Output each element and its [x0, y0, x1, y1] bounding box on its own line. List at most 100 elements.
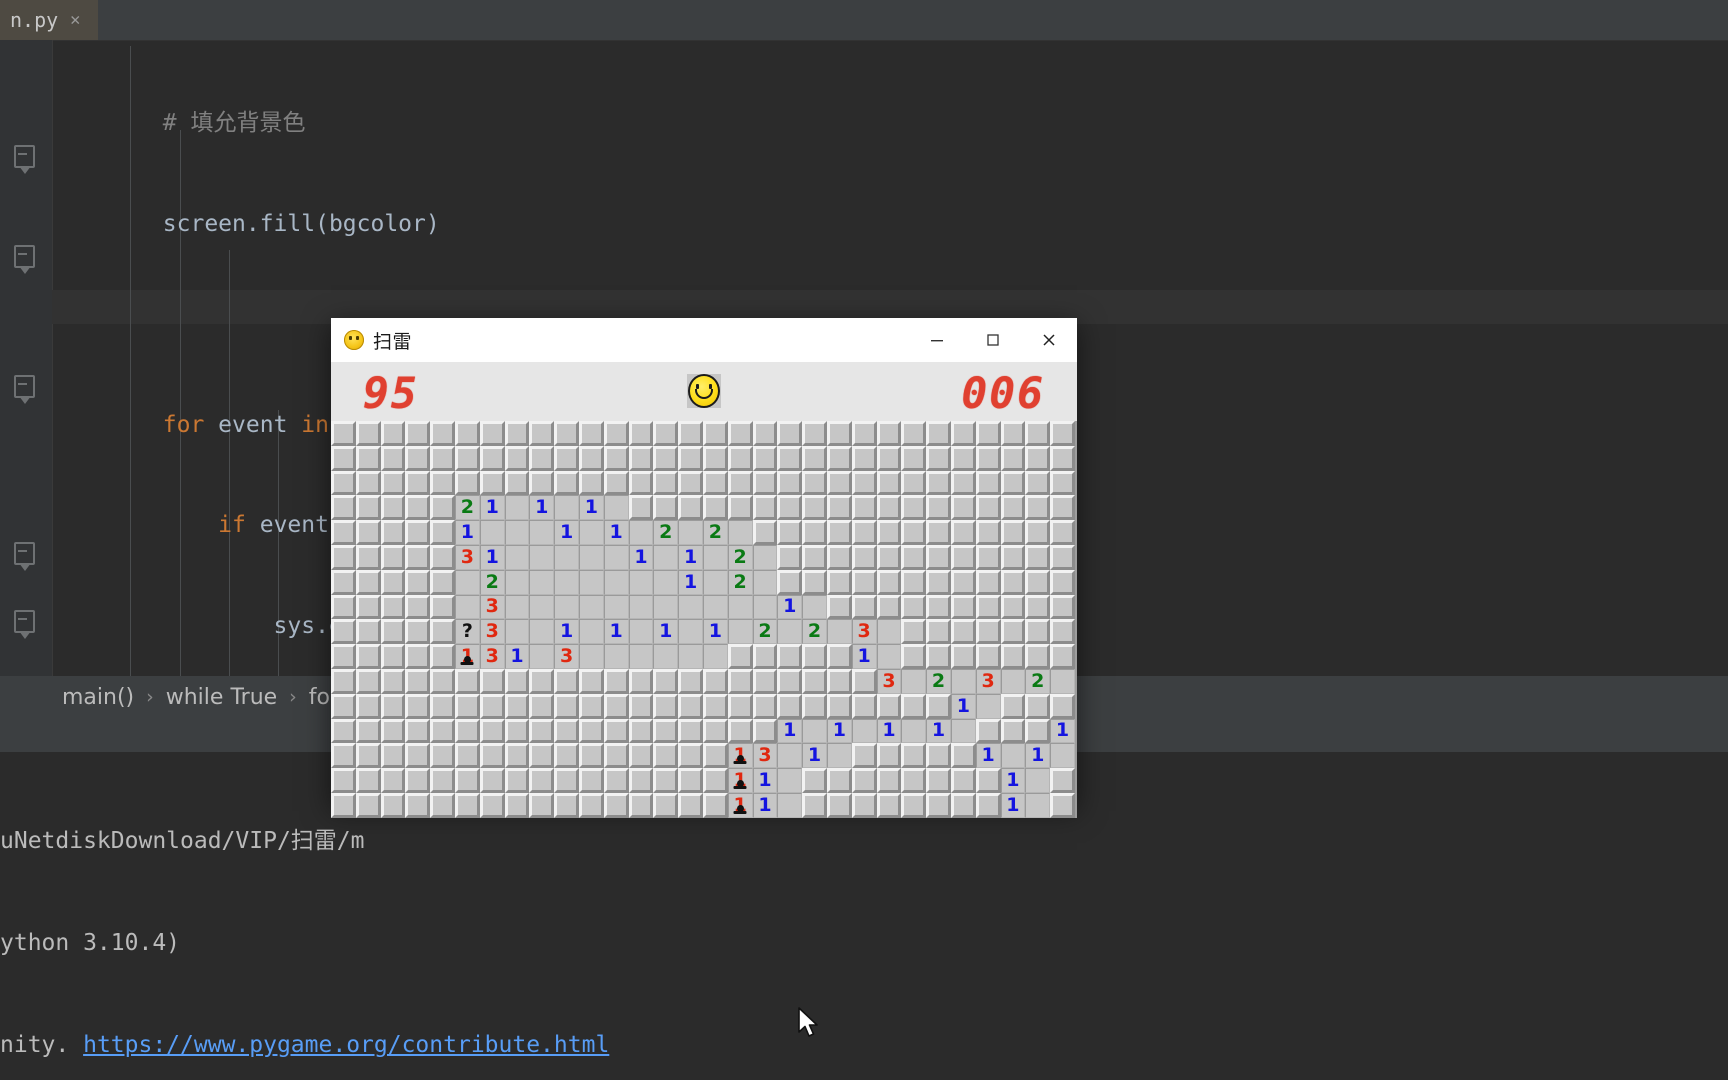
cell-hidden[interactable]	[702, 470, 728, 496]
cell-hidden[interactable]	[950, 495, 976, 521]
cell-hidden[interactable]	[430, 445, 455, 471]
cell-hidden[interactable]	[876, 768, 902, 793]
cell-hidden[interactable]	[851, 743, 877, 769]
cell-hidden[interactable]	[876, 743, 902, 769]
cell-empty[interactable]	[529, 594, 555, 620]
cell-number-1[interactable]: 1	[628, 544, 654, 570]
cell-question[interactable]: ?	[454, 619, 480, 645]
cell-number-3[interactable]: 3	[876, 668, 902, 694]
cell-hidden[interactable]	[826, 421, 852, 446]
cell-hidden[interactable]	[430, 594, 455, 620]
cell-hidden[interactable]	[727, 644, 753, 669]
cell-hidden[interactable]	[727, 668, 753, 694]
cell-hidden[interactable]	[603, 792, 629, 818]
cell-hidden[interactable]	[479, 470, 505, 496]
cell-hidden[interactable]	[355, 619, 381, 645]
cell-hidden[interactable]	[1025, 520, 1051, 545]
pygame-contribute-link[interactable]: https://www.pygame.org/contribute.html	[83, 1032, 609, 1058]
cell-hidden[interactable]	[578, 421, 604, 446]
cell-hidden[interactable]	[1025, 644, 1051, 669]
cell-hidden[interactable]	[430, 644, 455, 669]
cell-hidden[interactable]	[1050, 569, 1075, 595]
editor-tab[interactable]: n.py ✕	[0, 0, 99, 40]
cell-hidden[interactable]	[355, 768, 381, 793]
cell-hidden[interactable]	[876, 594, 902, 620]
cell-hidden[interactable]	[454, 668, 480, 694]
cell-hidden[interactable]	[851, 569, 877, 595]
cell-empty[interactable]	[777, 743, 803, 769]
cell-empty[interactable]	[653, 644, 679, 669]
cell-hidden[interactable]	[405, 619, 431, 645]
cell-empty[interactable]	[454, 594, 480, 620]
cell-hidden[interactable]	[901, 743, 927, 769]
cell-hidden[interactable]	[802, 544, 827, 570]
cell-number-1[interactable]: 1	[876, 718, 902, 744]
cell-number-2[interactable]: 2	[727, 544, 753, 570]
cell-hidden[interactable]	[1050, 619, 1075, 645]
cell-hidden[interactable]	[331, 693, 356, 719]
cell-hidden[interactable]	[678, 693, 703, 719]
cell-hidden[interactable]	[802, 520, 827, 545]
cell-hidden[interactable]	[1050, 495, 1075, 521]
cell-hidden[interactable]	[529, 743, 555, 769]
cell-hidden[interactable]	[926, 619, 951, 645]
cell-hidden[interactable]	[826, 445, 852, 471]
cell-hidden[interactable]	[331, 569, 356, 595]
cell-hidden[interactable]	[876, 421, 902, 446]
cell-hidden[interactable]	[380, 520, 406, 545]
cell-hidden[interactable]	[851, 594, 877, 620]
cell-hidden[interactable]	[430, 693, 455, 719]
cell-hidden[interactable]	[678, 792, 703, 818]
cell-hidden[interactable]	[727, 470, 753, 496]
cell-hidden[interactable]	[578, 718, 604, 744]
breadcrumb-item-while[interactable]: while True	[164, 685, 279, 710]
cell-hidden[interactable]	[603, 470, 629, 496]
cell-hidden[interactable]	[950, 520, 976, 545]
cell-hidden[interactable]	[653, 470, 679, 496]
cell-hidden[interactable]	[380, 768, 406, 793]
face-button[interactable]	[687, 374, 721, 408]
cell-hidden[interactable]	[876, 470, 902, 496]
cell-empty[interactable]	[554, 594, 579, 620]
cell-hidden[interactable]	[628, 445, 654, 471]
cell-hidden[interactable]	[826, 470, 852, 496]
cell-hidden[interactable]	[355, 421, 381, 446]
cell-hidden[interactable]	[1050, 520, 1075, 545]
cell-empty[interactable]	[578, 644, 604, 669]
cell-empty[interactable]	[529, 544, 555, 570]
cell-hidden[interactable]	[479, 421, 505, 446]
cell-empty[interactable]	[727, 594, 753, 620]
cell-mine-marker[interactable]: 1	[727, 768, 753, 793]
cell-hidden[interactable]	[1025, 544, 1051, 570]
cell-hidden[interactable]	[504, 743, 530, 769]
cell-number-1[interactable]: 1	[678, 544, 703, 570]
cell-hidden[interactable]	[702, 718, 728, 744]
cell-hidden[interactable]	[901, 495, 927, 521]
cell-hidden[interactable]	[901, 569, 927, 595]
cell-hidden[interactable]	[628, 470, 654, 496]
cell-hidden[interactable]	[430, 470, 455, 496]
cell-empty[interactable]	[1025, 768, 1051, 793]
cell-hidden[interactable]	[752, 668, 778, 694]
cell-hidden[interactable]	[504, 792, 530, 818]
cell-hidden[interactable]	[504, 718, 530, 744]
cell-hidden[interactable]	[950, 470, 976, 496]
cell-hidden[interactable]	[752, 470, 778, 496]
cell-hidden[interactable]	[554, 718, 579, 744]
cell-hidden[interactable]	[777, 569, 803, 595]
cell-hidden[interactable]	[430, 619, 455, 645]
cell-hidden[interactable]	[975, 594, 1001, 620]
cell-empty[interactable]	[678, 520, 703, 545]
cell-empty[interactable]	[876, 619, 902, 645]
cell-number-1[interactable]: 1	[603, 619, 629, 645]
cell-hidden[interactable]	[975, 495, 1001, 521]
cell-empty[interactable]	[702, 569, 728, 595]
cell-empty[interactable]	[578, 520, 604, 545]
cell-hidden[interactable]	[380, 619, 406, 645]
cell-empty[interactable]	[777, 619, 803, 645]
cell-hidden[interactable]	[702, 421, 728, 446]
cell-empty[interactable]	[1000, 743, 1026, 769]
cell-empty[interactable]	[504, 544, 530, 570]
cell-number-1[interactable]: 1	[826, 718, 852, 744]
cell-empty[interactable]	[504, 569, 530, 595]
